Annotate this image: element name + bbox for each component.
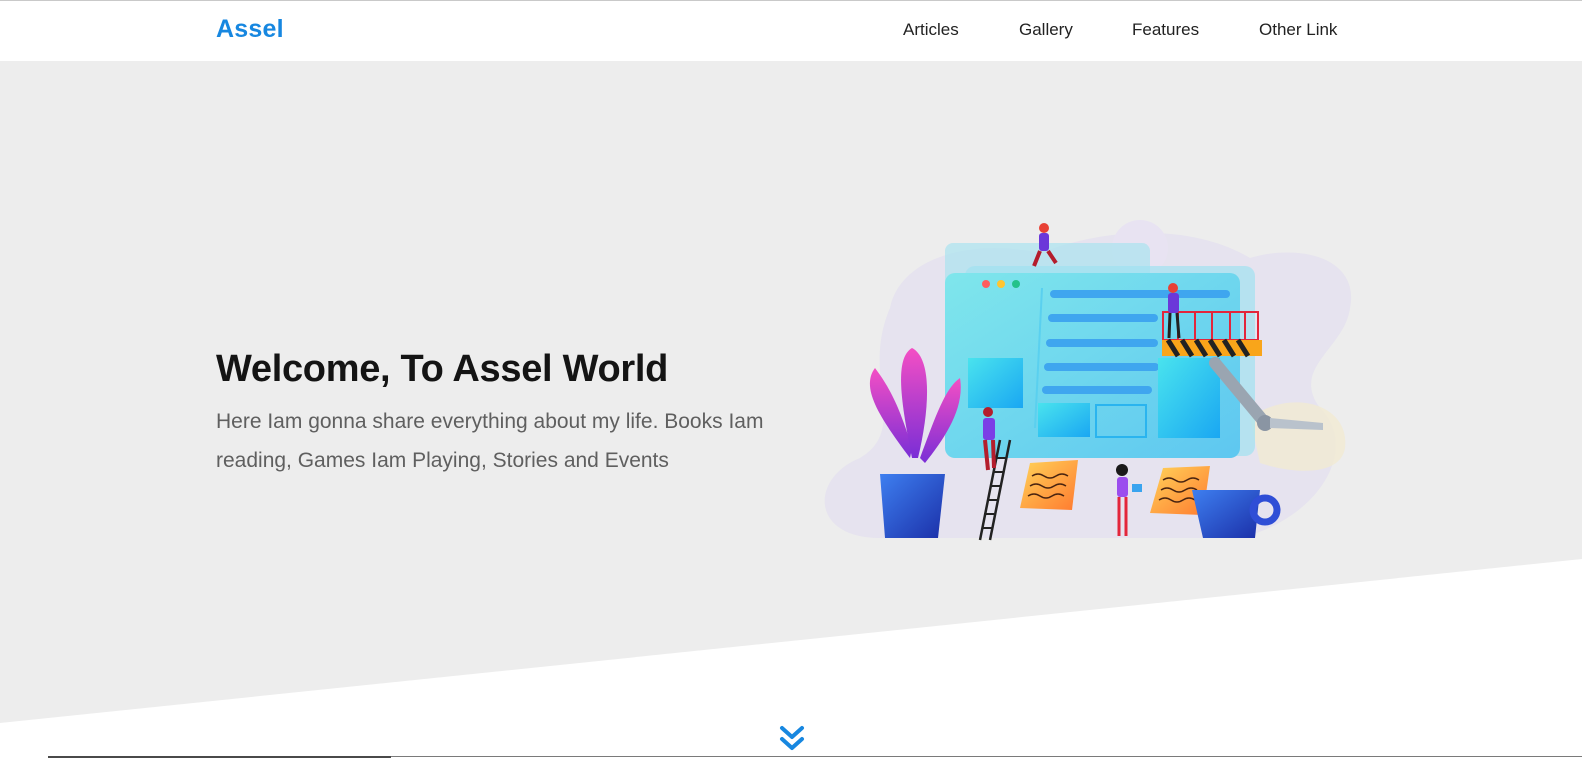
nav-link-other[interactable]: Other Link	[1259, 20, 1337, 40]
hero-title: Welcome, To Assel World	[216, 348, 669, 390]
nav-link-gallery[interactable]: Gallery	[1019, 20, 1073, 40]
nav-link-features[interactable]: Features	[1132, 20, 1199, 40]
nav-link-articles[interactable]: Articles	[903, 20, 959, 40]
hero-illustration	[824, 220, 1352, 541]
divider-line	[391, 756, 1582, 757]
hero-subtitle: Here Iam gonna share everything about my…	[216, 410, 764, 472]
divider-line	[48, 756, 391, 758]
main-nav: Articles Gallery Features Other Link	[0, 1, 1582, 61]
scroll-down-icon[interactable]	[779, 725, 805, 753]
site-header: Assel Articles Gallery Features Other Li…	[0, 1, 1582, 61]
